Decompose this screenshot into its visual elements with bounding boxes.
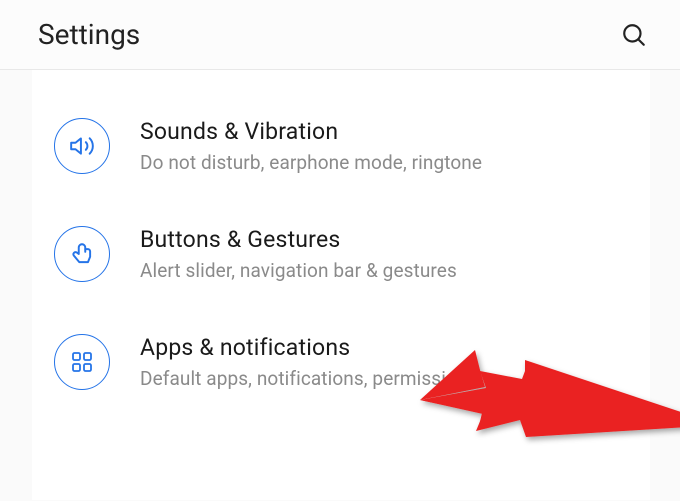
item-subtitle: Alert slider, navigation bar & gestures <box>140 259 457 282</box>
item-subtitle: Do not disturb, earphone mode, ringtone <box>140 151 482 174</box>
page-title: Settings <box>38 18 140 51</box>
item-title: Buttons & Gestures <box>140 226 457 253</box>
gesture-icon <box>69 241 95 267</box>
item-text: Sounds & Vibration Do not disturb, earph… <box>140 118 482 174</box>
item-title: Apps & notifications <box>140 334 477 361</box>
icon-circle <box>54 118 110 174</box>
apps-icon <box>70 350 94 374</box>
settings-list: Sounds & Vibration Do not disturb, earph… <box>32 70 650 500</box>
item-text: Apps & notifications Default apps, notif… <box>140 334 477 390</box>
item-subtitle: Default apps, notifications, permissions <box>140 367 477 390</box>
icon-circle <box>54 334 110 390</box>
settings-item-apps[interactable]: Apps & notifications Default apps, notif… <box>50 316 626 424</box>
search-icon <box>621 22 647 48</box>
search-button[interactable] <box>618 19 650 51</box>
sound-icon <box>69 133 95 159</box>
item-text: Buttons & Gestures Alert slider, navigat… <box>140 226 457 282</box>
item-title: Sounds & Vibration <box>140 118 482 145</box>
icon-circle <box>54 226 110 282</box>
settings-item-sounds[interactable]: Sounds & Vibration Do not disturb, earph… <box>50 100 626 208</box>
settings-header: Settings <box>0 0 680 70</box>
settings-item-buttons[interactable]: Buttons & Gestures Alert slider, navigat… <box>50 208 626 316</box>
